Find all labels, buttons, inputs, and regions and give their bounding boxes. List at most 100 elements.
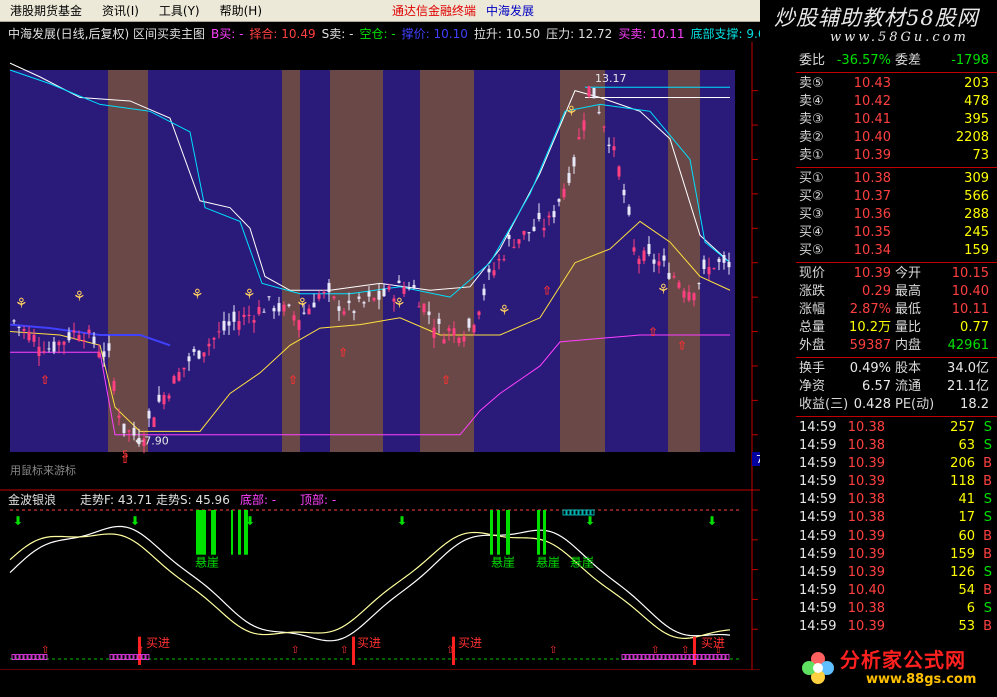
ask-volume: 395 [964, 112, 989, 127]
candle-body [372, 297, 376, 301]
stat-value: 59387 [849, 338, 891, 353]
stat-value: 0.29 [862, 284, 891, 299]
stat-label: 涨幅 [799, 302, 826, 317]
menu-item-funds[interactable]: 港股期货基金 [0, 2, 92, 19]
menu-item-news[interactable]: 资讯(I) [92, 2, 149, 19]
trade-time: 14:59 [799, 456, 837, 472]
trade-volume: 206 [950, 456, 975, 472]
bid-price: 10.34 [853, 243, 891, 258]
candle-body [457, 337, 461, 344]
order-ratio-row: 委比 -36.57% 委差 -1798 [796, 52, 997, 70]
candle-body [157, 394, 161, 402]
trade-row: 14:59 10.39 159 B [796, 546, 997, 564]
candle-body [527, 232, 531, 234]
candle-body [397, 280, 401, 284]
candle-body [252, 319, 256, 323]
trade-time: 14:59 [799, 600, 837, 616]
candle-body [507, 234, 511, 239]
ask-price: 10.43 [853, 76, 891, 91]
candle-body [592, 88, 596, 99]
hold-zone-band [282, 70, 300, 452]
buy-label: 买进 [357, 636, 381, 650]
trade-time: 14:59 [799, 619, 837, 635]
candle-body [347, 300, 351, 304]
trade-volume: 118 [950, 474, 975, 490]
top-warning-label: 悬崖 [536, 556, 560, 570]
stat-label: 现价 [799, 266, 826, 281]
candle-body [432, 327, 436, 338]
candle-body [202, 352, 206, 357]
candle-body [152, 417, 156, 427]
candle-body [167, 395, 171, 399]
bid-price: 10.38 [853, 171, 891, 186]
sell-signal-icon: ⚘ [73, 289, 86, 305]
candle-body [412, 284, 416, 289]
bid-label: 买③ [799, 207, 824, 222]
top-warning-bar [497, 510, 500, 555]
stat-value: 0.77 [960, 320, 989, 335]
top-warning-label: 悬崖 [491, 556, 515, 570]
trade-price: 10.38 [847, 510, 885, 526]
chart-subtitle: 用鼠标来游标 [10, 463, 76, 477]
candle-body [292, 315, 296, 321]
bid-row: 买⑤ 10.34 159 [796, 242, 997, 260]
candle-body [112, 381, 116, 391]
candle-body [317, 294, 321, 299]
candle-body [482, 288, 486, 296]
stat-value: 0.49% [849, 361, 891, 376]
bid-row: 买② 10.37 566 [796, 188, 997, 206]
stat-label: 总量 [799, 320, 826, 335]
candle-body [707, 267, 711, 275]
candle-body [612, 146, 616, 151]
top-warning-label: 悬崖 [195, 556, 219, 570]
candle-body [417, 306, 421, 308]
candle-body [182, 367, 186, 370]
stat-value: 21.1亿 [947, 379, 989, 394]
candle-body [502, 259, 506, 261]
bid-row: 买① 10.38 309 [796, 170, 997, 188]
bid-volume: 309 [964, 171, 989, 186]
candle-body [57, 341, 61, 346]
down-arrow-icon: ⬇ [585, 514, 595, 528]
candle-body [467, 318, 471, 328]
candle-body [27, 331, 31, 341]
candle-body [607, 144, 611, 147]
candle-body [187, 356, 191, 362]
candle-body [382, 288, 386, 297]
buy-label: 买进 [146, 636, 170, 650]
candle-body [582, 120, 586, 131]
promo-text[interactable]: 通达信金融终端 [392, 2, 476, 19]
candle-body [367, 291, 371, 297]
ask-price: 10.39 [853, 148, 891, 163]
candle-body [222, 320, 226, 331]
ratio-label: 委比 [799, 53, 826, 68]
ask-row: 卖② 10.40 2208 [796, 129, 997, 147]
candle-body [702, 259, 706, 269]
candle-body [162, 394, 166, 405]
stat-label: 内盘 [895, 338, 922, 353]
candle-body [672, 276, 676, 278]
stat-row: 净资 6.57 流通 21.1亿 [796, 378, 997, 396]
candle-body [42, 351, 46, 353]
bid-label: 买⑤ [799, 243, 824, 258]
ask-label: 卖③ [799, 112, 824, 127]
chart-area[interactable]: ⚘ ⚘ ⚘ ⚘ ⚘ ⚘ ⚘ ⚘ ⚘ ⇧ ⇧ ⇧ ⇧ ⇧ ⇧ ⇧ ⇧ 13.17 ←7.90 5 用鼠标来游标 13.00… [0, 42, 760, 670]
stat-value: 42961 [947, 338, 989, 353]
candle-body [272, 308, 276, 312]
trade-time: 14:59 [799, 564, 837, 580]
stat-value: 34.0亿 [947, 361, 989, 376]
trade-side: B [983, 619, 992, 635]
stat-value: 10.2万 [849, 320, 891, 335]
candle-body [632, 247, 636, 252]
buy-bar [693, 636, 696, 665]
trade-volume: 17 [958, 510, 975, 526]
candle-body [357, 296, 361, 299]
ask-row: 卖① 10.39 73 [796, 147, 997, 165]
menu-item-tools[interactable]: 工具(Y) [149, 2, 210, 19]
bid-levels: 买① 10.38 309 买② 10.37 566 买③ 10.36 288 买④ 10.35 245… [796, 170, 997, 260]
menu-item-help[interactable]: 帮助(H) [210, 2, 272, 19]
separator [796, 416, 997, 417]
trade-side: S [983, 438, 992, 454]
trade-price: 10.38 [847, 600, 885, 616]
stat-row: 收益(三) 0.428 PE(动) 18.2 [796, 396, 997, 414]
